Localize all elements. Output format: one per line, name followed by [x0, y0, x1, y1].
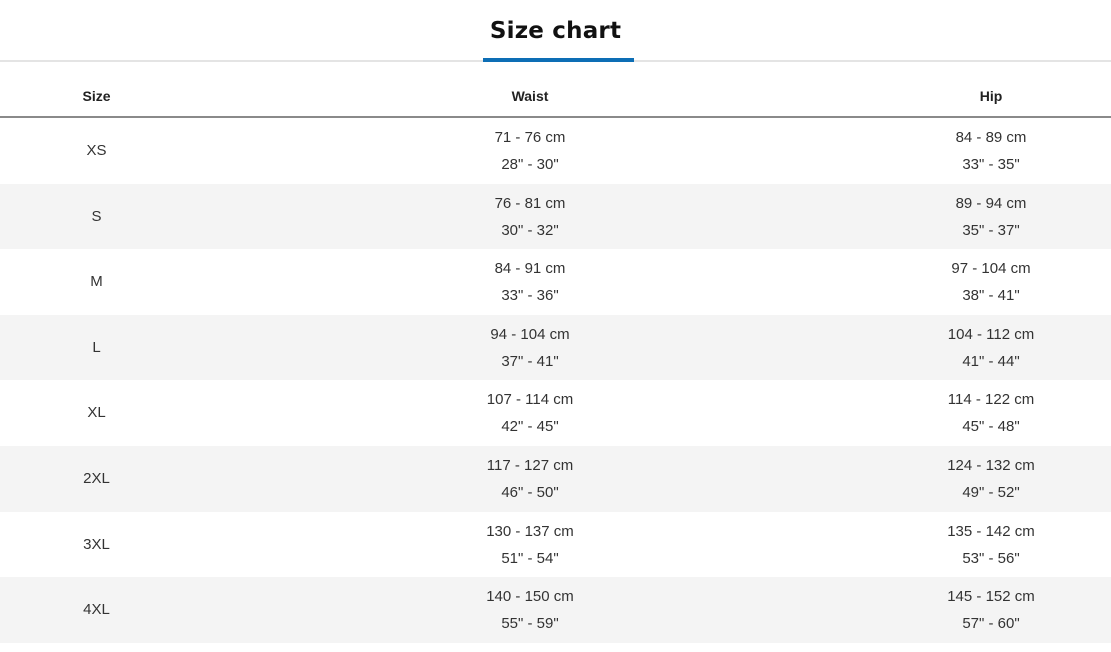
waist-cell: 140 - 150 cm 55" - 59"	[330, 587, 730, 641]
hip-cell: 97 - 104 cm 38" - 41"	[791, 259, 1111, 313]
waist-inch-value: 28" - 30"	[501, 156, 559, 173]
column-header-waist: Waist	[511, 88, 549, 104]
table-row: L 94 - 104 cm 37" - 41" 104 - 112 cm 41" - 4…	[0, 314, 1111, 381]
waist-cell: 107 - 114 cm 42" - 45"	[330, 390, 730, 444]
hip-inch-value: 53" - 56"	[962, 549, 1020, 567]
size-cell: 4XL	[83, 601, 110, 619]
hip-cm-value: 124 - 132 cm	[947, 456, 1035, 474]
waist-inch-value: 33" - 36"	[501, 287, 559, 305]
table-row: 2XL 117 - 127 cm 46" - 50" 124 - 132 cm 49" …	[0, 445, 1111, 512]
hip-cm-value: 89 - 94 cm	[955, 194, 1027, 212]
waist-inch-value: 37" - 41"	[501, 352, 559, 370]
active-tab-underline	[483, 58, 634, 62]
hip-cm-value: 114 - 122 cm	[947, 391, 1035, 409]
size-cell: XL	[87, 404, 106, 422]
waist-inch-value: 51" - 54"	[501, 549, 559, 567]
table-header-row: Size Waist Hip	[0, 78, 1111, 118]
hip-cell: 114 - 122 cm 45" - 48"	[791, 390, 1111, 444]
waist-cell: 117 - 127 cm 46" - 50"	[330, 456, 730, 510]
hip-cm-value: 145 - 152 cm	[947, 588, 1035, 606]
size-cell: XS	[86, 142, 107, 159]
waist-cm-value: 94 - 104 cm	[490, 325, 570, 343]
waist-cell: 84 - 91 cm 33" - 36"	[330, 259, 730, 313]
waist-inch-value: 42" - 45"	[501, 418, 559, 436]
table-row: XS 71 - 76 cm 28" - 30" 84 - 89 cm 33" - 35"	[0, 118, 1111, 184]
hip-cm-value: 104 - 112 cm	[947, 325, 1035, 343]
size-cell: L	[92, 338, 101, 356]
column-header-size: Size	[82, 88, 111, 104]
table-row: S 76 - 81 cm 30" - 32" 89 - 94 cm 35" - 37"	[0, 183, 1111, 250]
hip-cell: 124 - 132 cm 49" - 52"	[791, 456, 1111, 510]
hip-inch-value: 35" - 37"	[962, 221, 1020, 239]
waist-cell: 130 - 137 cm 51" - 54"	[330, 522, 730, 576]
waist-cell: 71 - 76 cm 28" - 30"	[330, 128, 730, 182]
table-row: 4XL 140 - 150 cm 55" - 59" 145 - 152 cm 57" …	[0, 577, 1111, 643]
waist-cm-value: 71 - 76 cm	[494, 129, 566, 146]
waist-cell: 94 - 104 cm 37" - 41"	[330, 325, 730, 379]
size-chart-header: Size chart	[0, 0, 1111, 62]
waist-cm-value: 84 - 91 cm	[494, 260, 566, 278]
hip-cell: 135 - 142 cm 53" - 56"	[791, 522, 1111, 576]
column-header-hip: Hip	[979, 88, 1003, 104]
waist-cell: 76 - 81 cm 30" - 32"	[330, 194, 730, 248]
hip-inch-value: 41" - 44"	[962, 352, 1020, 370]
waist-cm-value: 76 - 81 cm	[494, 194, 566, 212]
size-cell: 3XL	[83, 535, 110, 553]
waist-cm-value: 130 - 137 cm	[486, 522, 574, 540]
hip-inch-value: 45" - 48"	[962, 418, 1020, 436]
table-row: 3XL 130 - 137 cm 51" - 54" 135 - 142 cm 53" …	[0, 512, 1111, 578]
table-body: XS 71 - 76 cm 28" - 30" 84 - 89 cm 33" - 35"…	[0, 118, 1111, 643]
waist-cm-value: 107 - 114 cm	[486, 391, 574, 409]
hip-inch-value: 33" - 35"	[962, 156, 1020, 173]
hip-inch-value: 57" - 60"	[962, 615, 1020, 633]
waist-inch-value: 46" - 50"	[501, 483, 559, 501]
hip-cell: 89 - 94 cm 35" - 37"	[791, 194, 1111, 248]
hip-cell: 84 - 89 cm 33" - 35"	[791, 128, 1111, 182]
size-table: Size Waist Hip XS 71 - 76 cm 28" - 30" 84 -…	[0, 78, 1111, 643]
hip-cm-value: 135 - 142 cm	[947, 522, 1035, 540]
hip-inch-value: 38" - 41"	[962, 287, 1020, 305]
waist-inch-value: 55" - 59"	[501, 615, 559, 633]
page-title: Size chart	[489, 18, 622, 44]
size-cell: 2XL	[83, 469, 110, 487]
hip-cm-value: 84 - 89 cm	[955, 129, 1027, 146]
table-row: XL 107 - 114 cm 42" - 45" 114 - 122 cm 45" -…	[0, 380, 1111, 446]
hip-cell: 145 - 152 cm 57" - 60"	[791, 587, 1111, 641]
waist-inch-value: 30" - 32"	[501, 221, 559, 239]
hip-cm-value: 97 - 104 cm	[951, 260, 1031, 278]
hip-inch-value: 49" - 52"	[962, 483, 1020, 501]
table-row: M 84 - 91 cm 33" - 36" 97 - 104 cm 38" - 41"	[0, 249, 1111, 315]
size-cell: M	[90, 273, 103, 291]
size-cell: S	[91, 207, 102, 225]
hip-cell: 104 - 112 cm 41" - 44"	[791, 325, 1111, 379]
waist-cm-value: 140 - 150 cm	[486, 588, 574, 606]
waist-cm-value: 117 - 127 cm	[486, 456, 574, 474]
